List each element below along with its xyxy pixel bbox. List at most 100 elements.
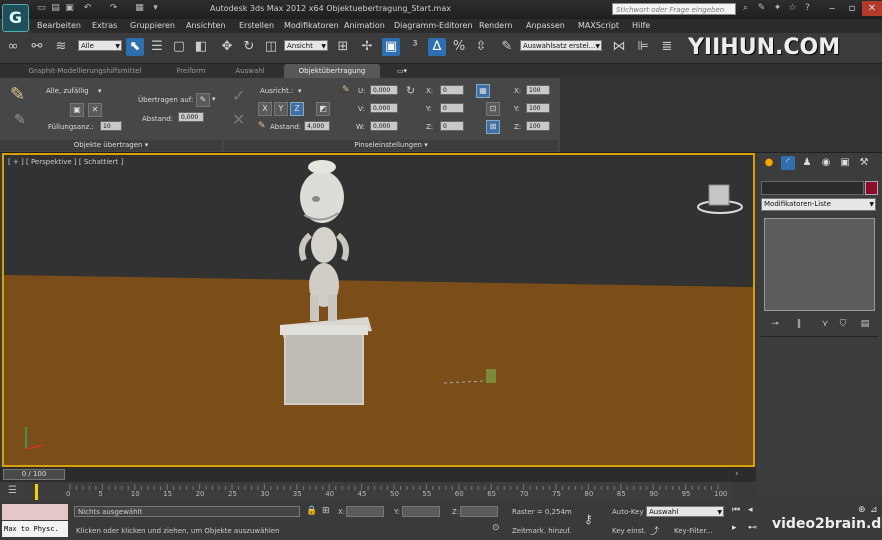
mini-curve-editor-icon[interactable]: ☰ <box>8 485 17 496</box>
mirror-icon[interactable]: ⋈ <box>610 38 628 56</box>
go-to-start-icon[interactable]: ⏮ <box>732 505 740 515</box>
axis-x-button[interactable]: X <box>258 102 272 116</box>
tab-freiform[interactable]: Freiform <box>166 64 216 78</box>
layer-manager-icon[interactable]: ≣ <box>658 38 676 56</box>
axis-z-button[interactable]: Z <box>290 102 304 116</box>
pick-object-icon[interactable]: ▣ <box>70 103 84 117</box>
show-end-result-icon[interactable]: ‖ <box>792 318 806 330</box>
rotate-brush-icon[interactable]: ↻ <box>406 84 415 97</box>
add-time-tag-button[interactable]: Zeitmark. hinzuf. <box>512 527 571 535</box>
select-object-icon[interactable]: ⬉ <box>126 38 144 56</box>
viewport-perspective[interactable]: [ + ] [ Perspektive ] [ Schattiert ] <box>2 153 755 467</box>
unlink-icon[interactable]: ⚯ <box>28 38 46 56</box>
flip-axis-icon[interactable]: ◩ <box>316 102 330 116</box>
distance-input[interactable]: 0,000 <box>178 112 204 122</box>
keyboard-shortcut-override-icon[interactable]: ▣ <box>382 38 400 56</box>
ry-input[interactable]: 0 <box>440 103 464 113</box>
edit-named-selection-icon[interactable]: ✎ <box>498 38 516 56</box>
make-unique-icon[interactable]: ⋎ <box>818 318 832 330</box>
previous-frame-icon[interactable]: ◂ <box>748 505 753 515</box>
group-brush-settings-footer[interactable]: Pinseleinstellungen ▾ <box>224 140 558 151</box>
menu-maxscript[interactable]: MAXScript <box>578 21 619 30</box>
rectangular-selection-icon[interactable]: ▢ <box>170 38 188 56</box>
maximize-button[interactable]: ▫ <box>842 1 862 16</box>
close-button[interactable]: ✕ <box>862 1 882 16</box>
modify-tab-icon[interactable]: ◜ <box>781 156 795 170</box>
y-coord-field[interactable] <box>402 506 440 517</box>
time-slider-thumb[interactable]: 0 / 100 <box>3 469 65 480</box>
tab-graphite-modeling[interactable]: Graphit-Modellierungshilfsmittel <box>10 64 160 78</box>
absolute-mode-icon[interactable]: ⊞ <box>322 506 330 516</box>
autokey-selection-dropdown[interactable]: Auswahl ▼ <box>646 506 724 517</box>
project-folder-icon[interactable]: ▦ <box>134 3 145 14</box>
key-filters-button[interactable]: Key-Filter... <box>674 527 712 535</box>
window-crossing-icon[interactable]: ◧ <box>192 38 210 56</box>
selection-lock-icon[interactable]: 🔒 <box>306 506 317 516</box>
modifier-stack[interactable] <box>764 218 875 311</box>
set-key-icon[interactable]: ⚷ <box>584 512 593 526</box>
menu-modifikatoren[interactable]: Modifikatoren <box>284 21 339 30</box>
pivot-center-icon[interactable]: ⊞ <box>334 38 352 56</box>
menu-gruppieren[interactable]: Gruppieren <box>130 21 175 30</box>
subscription-icon[interactable]: ✎ <box>756 3 767 14</box>
w-input[interactable]: 0,000 <box>370 121 398 131</box>
v-input[interactable]: 0,000 <box>370 103 398 113</box>
pin-stack-icon[interactable]: ⊸ <box>768 318 782 330</box>
select-manipulate-icon[interactable]: ✢ <box>358 38 376 56</box>
menu-bearbeiten[interactable]: Bearbeiten <box>37 21 81 30</box>
z-coord-field[interactable] <box>460 506 498 517</box>
percent-snap-icon[interactable]: % <box>450 38 468 56</box>
tab-objektuebertragung[interactable]: Objektübertragung <box>284 64 380 78</box>
key-mode-icon[interactable]: ⊷ <box>748 523 757 533</box>
menu-animation[interactable]: Animation <box>344 21 385 30</box>
viewport-label[interactable]: [ + ] [ Perspektive ] [ Schattiert ] <box>8 158 123 166</box>
menu-erstellen[interactable]: Erstellen <box>239 21 274 30</box>
u-input[interactable]: 0,000 <box>370 85 398 95</box>
search-icon[interactable]: ⌕ <box>740 3 751 14</box>
minimize-button[interactable]: ‒ <box>822 1 842 16</box>
move-icon[interactable]: ✥ <box>218 38 236 56</box>
scale-icon[interactable]: ◫ <box>262 38 280 56</box>
angle-snap-icon[interactable]: ∆ <box>428 38 446 56</box>
link-icon[interactable]: ∞ <box>4 38 22 56</box>
object-color-swatch[interactable] <box>865 181 878 195</box>
selection-filter-dropdown[interactable]: Alle ▼ <box>78 40 122 51</box>
play-icon[interactable]: ▸ <box>732 523 737 533</box>
field-of-view-icon[interactable]: ⊿ <box>870 505 878 515</box>
sx-input[interactable]: 100 <box>526 85 550 95</box>
menu-hilfe[interactable]: Hilfe <box>632 21 650 30</box>
new-file-icon[interactable]: ▭ <box>36 3 47 14</box>
menu-anpassen[interactable]: Anpassen <box>526 21 565 30</box>
axis-y-button[interactable]: Y <box>274 102 288 116</box>
menu-extras[interactable]: Extras <box>92 21 117 30</box>
rz-input[interactable]: 0 <box>440 121 464 131</box>
quick-access-dropdown-icon[interactable]: ▾ <box>150 3 161 14</box>
hierarchy-tab-icon[interactable]: ♟ <box>800 156 814 170</box>
x-coord-field[interactable] <box>346 506 384 517</box>
group-objects-transfer-footer[interactable]: Objekte übertragen ▾ <box>0 140 222 151</box>
abstand2-input[interactable]: 4,000 <box>304 121 330 131</box>
help-icon[interactable]: ? <box>802 3 813 14</box>
snaps-toggle-icon[interactable]: ³ <box>406 38 424 56</box>
autokey-button[interactable]: Auto-Key <box>612 508 644 516</box>
set-key-button[interactable]: Key einst. <box>612 527 646 535</box>
create-tab-icon[interactable]: ● <box>762 156 776 170</box>
configure-modifier-sets-icon[interactable]: ▤ <box>858 318 872 330</box>
sz-input[interactable]: 100 <box>526 121 550 131</box>
app-menu-button[interactable]: G <box>2 4 29 32</box>
save-file-icon[interactable]: ▣ <box>64 3 75 14</box>
time-slider[interactable] <box>0 467 756 482</box>
rx-input[interactable]: 0 <box>440 85 464 95</box>
motion-tab-icon[interactable]: ◉ <box>819 156 833 170</box>
bind-spacewarp-icon[interactable]: ≋ <box>52 38 70 56</box>
remove-modifier-icon[interactable]: ⛉ <box>836 318 850 330</box>
favorites-icon[interactable]: ☆ <box>787 3 798 14</box>
named-selection-dropdown[interactable]: Auswahlsatz erstel... ▼ <box>520 40 602 51</box>
menu-ansichten[interactable]: Ansichten <box>186 21 226 30</box>
scale-brush-icon[interactable]: ▦ <box>476 84 490 98</box>
communication-icon[interactable]: ✦ <box>772 3 783 14</box>
maxscript-listener-input[interactable]: Max to Physc. <box>2 521 68 537</box>
sy-input[interactable]: 100 <box>526 103 550 113</box>
undo-icon[interactable]: ↶ <box>82 3 93 14</box>
select-by-name-icon[interactable]: ☰ <box>148 38 166 56</box>
